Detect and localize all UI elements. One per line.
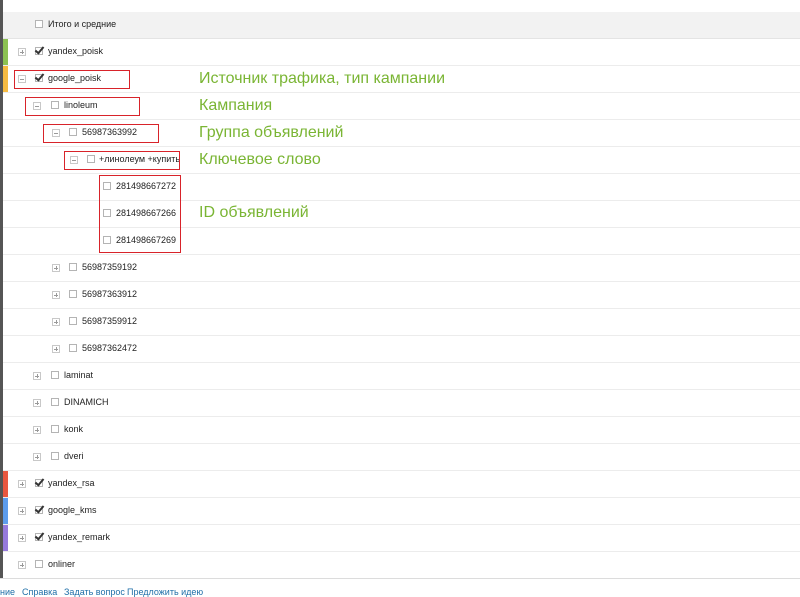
expand-icon[interactable] — [33, 426, 41, 434]
tree-row-56987362472[interactable]: 56987362472 — [3, 336, 800, 363]
expand-icon[interactable] — [18, 480, 26, 488]
footer-link-help[interactable]: Справка — [22, 587, 57, 597]
row-label: onliner — [48, 559, 76, 569]
expand-icon[interactable] — [18, 561, 26, 569]
tree-row-onliner[interactable]: onliner — [3, 552, 800, 579]
expand-icon[interactable] — [52, 318, 60, 326]
totals-header: Итого и средние — [3, 12, 800, 39]
highlight-campaign — [25, 97, 140, 116]
row-checkbox[interactable] — [35, 533, 43, 541]
tree-row-google_kms[interactable]: google_kms — [3, 498, 800, 525]
annotation-keyword: Ключевое слово — [199, 151, 321, 168]
row-checkbox[interactable] — [35, 47, 43, 55]
row-checkbox[interactable] — [35, 479, 43, 487]
row-label: 56987362472 — [82, 343, 138, 353]
row-checkbox[interactable] — [69, 290, 77, 298]
tree-row-laminat[interactable]: laminat — [3, 363, 800, 390]
expand-icon[interactable] — [52, 264, 60, 272]
row-checkbox[interactable] — [35, 560, 43, 568]
row-label: yandex_rsa — [48, 478, 95, 488]
row-label: yandex_remark — [48, 532, 111, 542]
highlight-keyword — [64, 151, 180, 170]
expand-icon[interactable] — [33, 453, 41, 461]
footer-link-ask[interactable]: Задать вопрос — [64, 587, 125, 597]
expand-icon[interactable] — [52, 291, 60, 299]
row-checkbox[interactable] — [69, 263, 77, 271]
expand-icon[interactable] — [18, 507, 26, 515]
annotation-adgroup: Группа объявлений — [199, 124, 344, 141]
row-label: 56987363912 — [82, 289, 138, 299]
row-checkbox[interactable] — [51, 398, 59, 406]
footer-link-idea[interactable]: Предложить идею — [127, 587, 203, 597]
annotation-campaign: Кампания — [199, 97, 273, 114]
highlight-adids — [99, 175, 181, 253]
row-label: 56987359912 — [82, 316, 138, 326]
row-checkbox[interactable] — [51, 371, 59, 379]
tree-row-yandex_remark[interactable]: yandex_remark — [3, 525, 800, 552]
expand-icon[interactable] — [52, 345, 60, 353]
row-label: DINAMICH — [64, 397, 109, 407]
expand-icon[interactable] — [33, 372, 41, 380]
source-color-bar — [3, 525, 8, 551]
expand-icon[interactable] — [33, 399, 41, 407]
totals-checkbox[interactable] — [35, 20, 43, 28]
row-label: 56987359192 — [82, 262, 138, 272]
source-color-bar — [3, 471, 8, 497]
tree-row-56987359192[interactable]: 56987359192 — [3, 255, 800, 282]
totals-label: Итого и средние — [48, 19, 117, 29]
tree-row-konk[interactable]: konk — [3, 417, 800, 444]
expand-icon[interactable] — [18, 48, 26, 56]
tree-row-56987363912[interactable]: 56987363912 — [3, 282, 800, 309]
row-label: dveri — [64, 451, 84, 461]
highlight-source — [14, 70, 130, 89]
highlight-adgroup — [43, 124, 159, 143]
tree-row-dveri[interactable]: dveri — [3, 444, 800, 471]
row-label: google_kms — [48, 505, 97, 515]
expand-icon[interactable] — [18, 534, 26, 542]
annotation-source: Источник трафика, тип кампании — [199, 70, 446, 87]
tree-row-yandex_rsa[interactable]: yandex_rsa — [3, 471, 800, 498]
row-checkbox[interactable] — [51, 425, 59, 433]
row-checkbox[interactable] — [69, 344, 77, 352]
source-color-bar — [3, 39, 8, 65]
row-label: konk — [64, 424, 84, 434]
annotation-adids: ID объявлений — [199, 204, 309, 221]
row-label: laminat — [64, 370, 94, 380]
tree-row-DINAMICH[interactable]: DINAMICH — [3, 390, 800, 417]
row-checkbox[interactable] — [51, 452, 59, 460]
row-checkbox[interactable] — [69, 317, 77, 325]
tree-row-56987359912[interactable]: 56987359912 — [3, 309, 800, 336]
row-label: yandex_poisk — [48, 46, 104, 56]
footer-divider — [0, 578, 800, 579]
source-color-bar — [3, 498, 8, 524]
row-checkbox[interactable] — [35, 506, 43, 514]
tree-row-yandex_poisk[interactable]: yandex_poisk — [3, 39, 800, 66]
source-color-bar — [3, 66, 8, 92]
footer-link-partial[interactable]: ние — [0, 587, 15, 597]
